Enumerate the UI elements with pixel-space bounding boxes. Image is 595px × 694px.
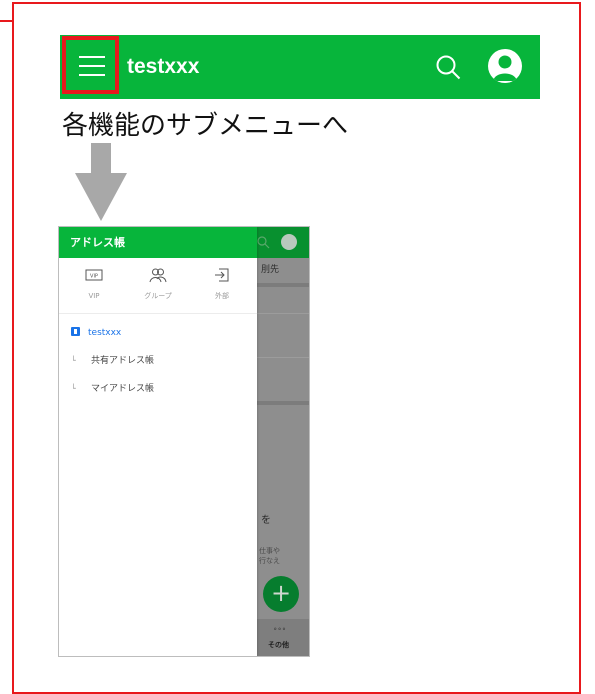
vip-icon-text: VIP: [90, 274, 98, 280]
more-dots-icon: ∘∘∘: [273, 625, 287, 633]
frame-corner-mark: [0, 20, 14, 22]
tree-branch-icon: └: [71, 384, 76, 393]
tree-item-label: 共有アドレス帳: [91, 356, 155, 366]
category-vip[interactable]: VIP VIP: [64, 267, 124, 301]
search-icon[interactable]: [435, 54, 461, 80]
vip-icon: VIP: [85, 269, 103, 281]
group-icon: [149, 268, 167, 283]
background-text: 行なえ: [259, 557, 280, 565]
category-group[interactable]: グループ: [128, 267, 188, 301]
category-external[interactable]: 外部: [192, 267, 252, 301]
side-drawer: アドレス帳 VIP VIP グループ 外部 testxxx └ 共有アドレス帳 …: [59, 227, 257, 656]
instruction-caption: 各機能のサブメニューへ: [62, 111, 349, 141]
app-header: testxxx: [60, 35, 540, 99]
drawer-header: アドレス帳: [59, 227, 257, 258]
category-label: VIP: [88, 292, 100, 300]
avatar-icon[interactable]: [488, 49, 522, 83]
tree-item-my-address-book[interactable]: └ マイアドレス帳: [71, 381, 154, 397]
add-fab-button[interactable]: +: [263, 576, 299, 612]
header-title: testxxx: [127, 55, 200, 78]
background-bottom-nav: ∘∘∘ その他: [257, 619, 309, 656]
external-icon: [215, 268, 229, 282]
more-label: その他: [268, 641, 289, 649]
tree-item-label: マイアドレス帳: [91, 384, 155, 394]
background-header: [257, 227, 309, 258]
tree-item-shared-address-book[interactable]: └ 共有アドレス帳: [71, 353, 154, 369]
down-arrow-icon: [75, 143, 127, 221]
background-avatar-icon: [281, 234, 297, 250]
category-label: グループ: [144, 292, 172, 300]
background-text: を: [261, 515, 271, 526]
tree-item-testxxx[interactable]: testxxx: [71, 325, 121, 341]
category-label: 外部: [215, 292, 229, 300]
address-book-icon: [71, 327, 80, 336]
tree-item-label: testxxx: [88, 328, 122, 338]
background-text: 刖先: [261, 265, 280, 275]
background-search-icon: [257, 236, 270, 249]
tree-branch-icon: └: [71, 356, 76, 365]
phone-screenshot: 刖先 を 仕事や 行なえ + ∘∘∘ その他 アドレス帳 VIP VIP グルー…: [58, 226, 310, 657]
hamburger-menu-icon[interactable]: [79, 56, 105, 78]
drawer-divider: [59, 313, 257, 314]
drawer-title: アドレス帳: [70, 236, 125, 249]
